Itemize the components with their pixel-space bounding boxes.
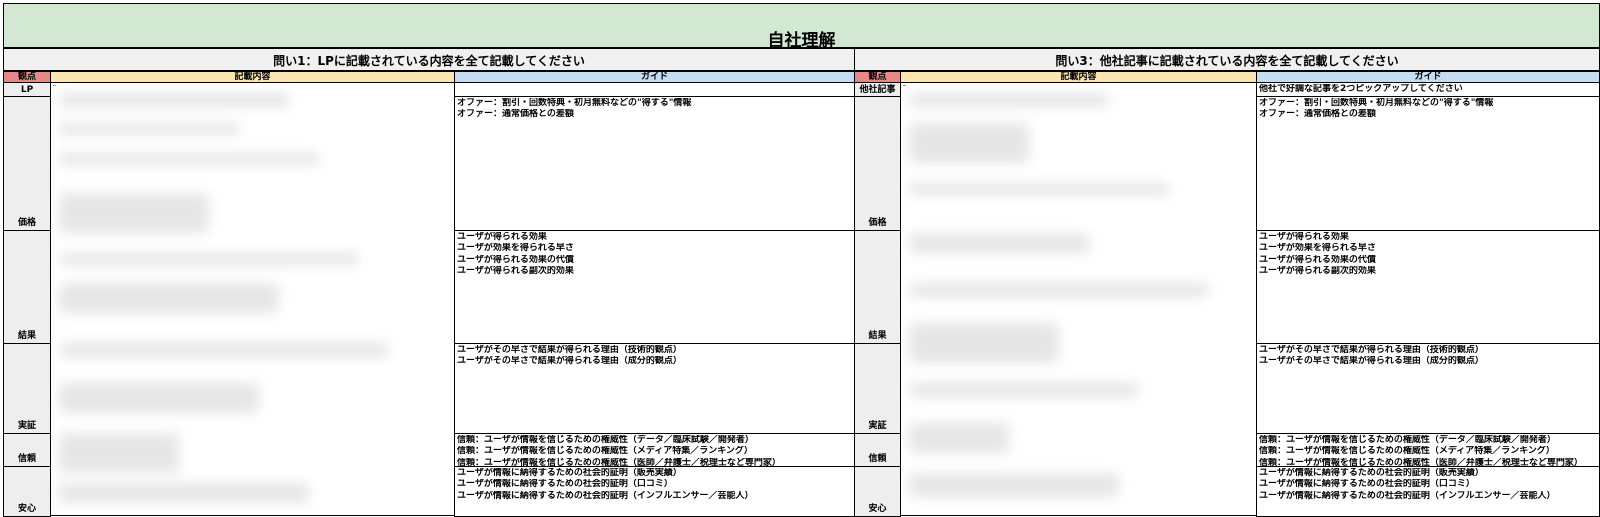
guide-line: 信頼：ユーザが情報を信じるための権威性（データ／臨床試験／開発者） — [1259, 435, 1556, 445]
guide-line: ユーザが得られる副次的効果 — [457, 265, 574, 276]
guide-line: ユーザが得られる効果の代償 — [1259, 254, 1376, 265]
redacted-text — [59, 123, 239, 135]
q1-row-guide-0[interactable]: オファー：割引・回数特典・初月無料などの"得する"情報 オファー：通常価格との差額 — [454, 96, 855, 231]
q3-row-article-guide[interactable]: 他社で好調な記事を2つピックアップしてください — [1256, 82, 1600, 97]
redacted-text — [59, 383, 259, 413]
q3-row-label-3[interactable]: 信頼 — [854, 433, 901, 467]
guide-line: ユーザが情報に納得するための社会的証明（販売実績） — [457, 468, 682, 478]
q3-row-label-1[interactable]: 結果 — [854, 230, 901, 344]
guide-line: 信頼：ユーザが情報を信じるための権威性（メディア特集／ランキング） — [1259, 446, 1555, 457]
redacted-text — [909, 233, 1089, 253]
guide-line: ユーザが情報に納得するための社会的証明（口コミ） — [1259, 479, 1475, 490]
sheet-title-band[interactable]: 自社理解 — [3, 3, 1600, 48]
guide-line: 信頼：ユーザが情報を信じるための権威性（メディア特集／ランキング） — [457, 446, 753, 457]
q3-row-guide-0[interactable]: オファー：割引・回数特典・初月無料などの"得する"情報 オファー：通常価格との差額 — [1256, 96, 1600, 231]
q3-row-article-label[interactable]: 他社記事 — [854, 82, 901, 97]
q1-row-guide-1[interactable]: ユーザが得られる効果 ユーザが効果を得られる早さ ユーザが得られる効果の代償 ユーザが… — [454, 230, 855, 344]
guide-line: オファー：通常価格との差額 — [1259, 109, 1376, 120]
q3-row-guide-2[interactable]: ユーザがその早さで結果が得られる理由（技術的観点） ユーザがその早さで結果が得られ… — [1256, 343, 1600, 434]
q3-row-guide-3[interactable]: 信頼：ユーザが情報を信じるための権威性（データ／臨床試験／開発者） 信頼：ユーザが… — [1256, 433, 1600, 467]
row-label-text: 信頼 — [17, 454, 36, 464]
q3-row-label-0[interactable]: 価格 — [854, 96, 901, 231]
q3-heading-cell[interactable]: 問い3：他社記事に記載されている内容を全て記載してください — [854, 48, 1600, 71]
q1-row-label-2[interactable]: 実証 — [3, 343, 51, 434]
redacted-text — [59, 253, 359, 265]
row-label-text: 価格 — [17, 218, 36, 228]
redacted-text — [909, 473, 1119, 497]
q3-row-label-2[interactable]: 実証 — [854, 343, 901, 434]
redacted-text — [59, 283, 279, 313]
cell-marker — [903, 85, 906, 86]
q1-row-label-3[interactable]: 信頼 — [3, 433, 51, 467]
q1-content-cell[interactable] — [50, 82, 455, 516]
redacted-text — [909, 323, 1059, 363]
guide-line: 信頼：ユーザが情報を信じるための権威性（データ／臨床試験／開発者） — [457, 435, 754, 445]
guide-line: ユーザが情報に納得するための社会的証明（販売実績） — [1259, 468, 1484, 478]
row-label-text: 実証 — [868, 421, 887, 431]
guide-line: ユーザが得られる副次的効果 — [1259, 265, 1376, 276]
guide-line: ユーザが情報に納得するための社会的証明（インフルエンサー／芸能人） — [457, 490, 754, 501]
q1-row-label-0[interactable]: 価格 — [3, 96, 51, 231]
q1-row-guide-2[interactable]: ユーザがその早さで結果が得られる理由（技術的観点） ユーザがその早さで結果が得られ… — [454, 343, 855, 434]
q1-heading-cell[interactable]: 問い1：LPに記載されている内容を全て記載してください — [3, 48, 855, 71]
q1-row-guide-4[interactable]: ユーザが情報に納得するための社会的証明（販売実績） ユーザが情報に納得するための社… — [454, 466, 855, 517]
redacted-text — [909, 93, 1109, 107]
row-label-text: 価格 — [868, 218, 887, 228]
guide-line: ユーザが効果を得られる早さ — [1259, 243, 1376, 254]
spreadsheet: 自社理解 問い1：LPに記載されている内容を全て記載してください 問い3：他社記… — [0, 0, 1600, 517]
sheet-title: 自社理解 — [767, 31, 836, 48]
redacted-text — [909, 283, 1209, 297]
guide-line: ユーザがその早さで結果が得られる理由（成分的観点） — [1259, 356, 1484, 367]
guide-line: ユーザが効果を得られる早さ — [457, 243, 574, 254]
guide-line: ユーザがその早さで結果が得られる理由（技術的観点） — [1259, 345, 1484, 355]
row-label-text: 結果 — [868, 331, 887, 341]
redacted-text — [59, 93, 289, 107]
redacted-text — [59, 343, 389, 357]
q1-heading: 問い1：LPに記載されている内容を全て記載してください — [273, 54, 585, 68]
guide-line: ユーザが得られる効果 — [457, 232, 547, 242]
q1-row-lp-label[interactable]: LP — [3, 82, 51, 97]
guide-line: オファー：割引・回数特典・初月無料などの"得する"情報 — [1259, 98, 1494, 108]
row-label-text: 安心 — [17, 504, 36, 514]
redacted-text — [909, 123, 1029, 163]
redacted-text — [909, 183, 1169, 195]
guide-line: ユーザが情報に納得するための社会的証明（口コミ） — [457, 479, 673, 490]
guide-line: ユーザが得られる効果 — [1259, 232, 1349, 242]
q1-row-label-1[interactable]: 結果 — [3, 230, 51, 344]
q3-row-label-4[interactable]: 安心 — [854, 466, 901, 517]
redacted-text — [59, 193, 209, 233]
row-label-text: 信頼 — [868, 454, 887, 464]
q1-row-label-4[interactable]: 安心 — [3, 466, 51, 517]
guide-line: オファー：割引・回数特典・初月無料などの"得する"情報 — [457, 98, 692, 108]
cell-marker — [53, 85, 56, 86]
guide-line: オファー：通常価格との差額 — [457, 109, 574, 120]
q3-heading: 問い3：他社記事に記載されている内容を全て記載してください — [1055, 54, 1399, 68]
q1-row-guide-3[interactable]: 信頼：ユーザが情報を信じるための権威性（データ／臨床試験／開発者） 信頼：ユーザが… — [454, 433, 855, 467]
redacted-text — [909, 383, 1139, 397]
q3-row-guide-1[interactable]: ユーザが得られる効果 ユーザが効果を得られる早さ ユーザが得られる効果の代償 ユーザが… — [1256, 230, 1600, 344]
q1-row-lp-guide[interactable] — [454, 82, 855, 97]
guide-line: ユーザがその早さで結果が得られる理由（技術的観点） — [457, 345, 682, 355]
guide-line: ユーザがその早さで結果が得られる理由（成分的観点） — [457, 356, 682, 367]
q3-content-cell[interactable] — [900, 82, 1257, 516]
row-label-text: 実証 — [17, 421, 36, 431]
redacted-text — [59, 483, 309, 503]
q3-row-guide-4[interactable]: ユーザが情報に納得するための社会的証明（販売実績） ユーザが情報に納得するための社… — [1256, 466, 1600, 517]
guide-line: ユーザが情報に納得するための社会的証明（インフルエンサー／芸能人） — [1259, 490, 1556, 501]
redacted-text — [59, 153, 319, 165]
row-label-text: 結果 — [17, 331, 36, 341]
redacted-text — [909, 423, 1009, 453]
redacted-text — [59, 433, 179, 473]
row-label-text: 安心 — [868, 504, 887, 514]
guide-line: ユーザが得られる効果の代償 — [457, 254, 574, 265]
